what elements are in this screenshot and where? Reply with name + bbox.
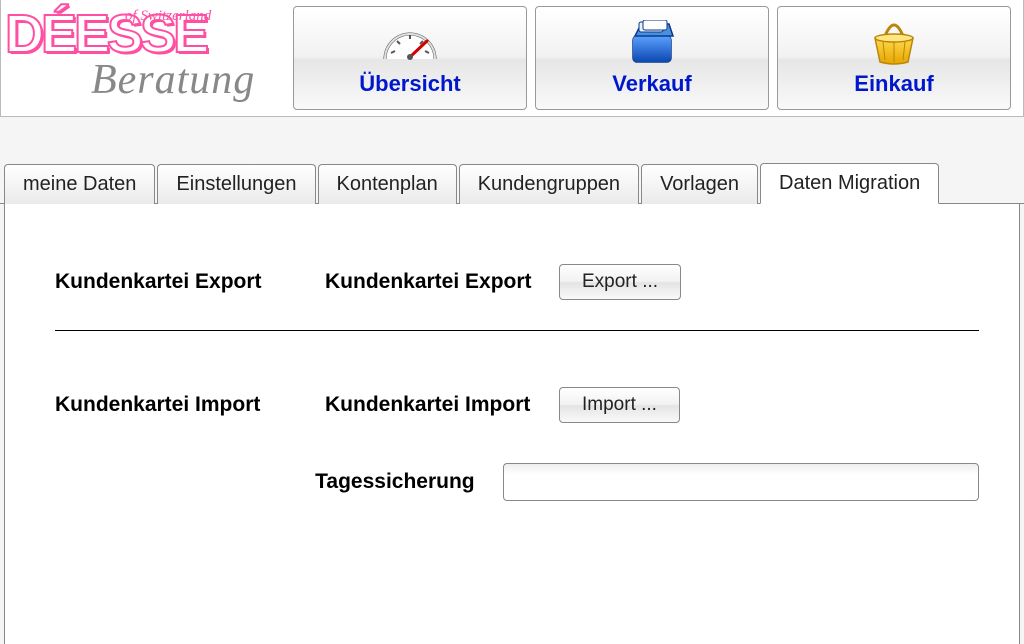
brand-name: DÉESSE of Switzerland: [5, 12, 285, 58]
content-panel: Kundenkartei Export Kundenkartei Export …: [4, 204, 1020, 644]
tabs-row: meine Daten Einstellungen Kontenplan Kun…: [0, 163, 1024, 204]
backup-input[interactable]: [503, 463, 979, 501]
nav-purchase-button[interactable]: Einkauf: [777, 6, 1011, 110]
brand-logo: DÉESSE of Switzerland Beratung: [1, 0, 285, 116]
import-field-label: Kundenkartei Import: [325, 393, 545, 417]
nav-overview-button[interactable]: Übersicht: [293, 6, 527, 110]
export-button[interactable]: Export ...: [559, 264, 681, 300]
backup-row: Tagessicherung: [55, 463, 979, 501]
backup-label: Tagessicherung: [315, 470, 488, 494]
section-divider: [55, 330, 979, 331]
tab-migration[interactable]: Daten Migration: [760, 163, 939, 204]
export-field-label: Kundenkartei Export: [325, 270, 545, 294]
import-section-label: Kundenkartei Import: [55, 393, 325, 417]
nav-sales-button[interactable]: Verkauf: [535, 6, 769, 110]
main-nav: Übersicht Verkauf: [285, 0, 1023, 116]
header-bar: DÉESSE of Switzerland Beratung Übers: [0, 0, 1024, 117]
nav-sales-label: Verkauf: [612, 71, 692, 97]
nav-purchase-label: Einkauf: [854, 71, 933, 97]
brand-name-tag: of Switzerland: [125, 10, 211, 23]
import-button[interactable]: Import ...: [559, 387, 680, 423]
tab-templates[interactable]: Vorlagen: [641, 164, 758, 204]
basket-icon: [869, 19, 919, 67]
export-section-label: Kundenkartei Export: [55, 270, 325, 294]
gauge-icon: [379, 19, 441, 67]
import-row: Kundenkartei Import Kundenkartei Import …: [55, 387, 979, 423]
tab-settings[interactable]: Einstellungen: [157, 164, 315, 204]
card-box-icon: [627, 19, 677, 67]
tab-accounts[interactable]: Kontenplan: [318, 164, 457, 204]
export-row: Kundenkartei Export Kundenkartei Export …: [55, 264, 979, 300]
tab-groups[interactable]: Kundengruppen: [459, 164, 639, 204]
nav-overview-label: Übersicht: [359, 71, 460, 97]
tab-mydata[interactable]: meine Daten: [4, 164, 155, 204]
